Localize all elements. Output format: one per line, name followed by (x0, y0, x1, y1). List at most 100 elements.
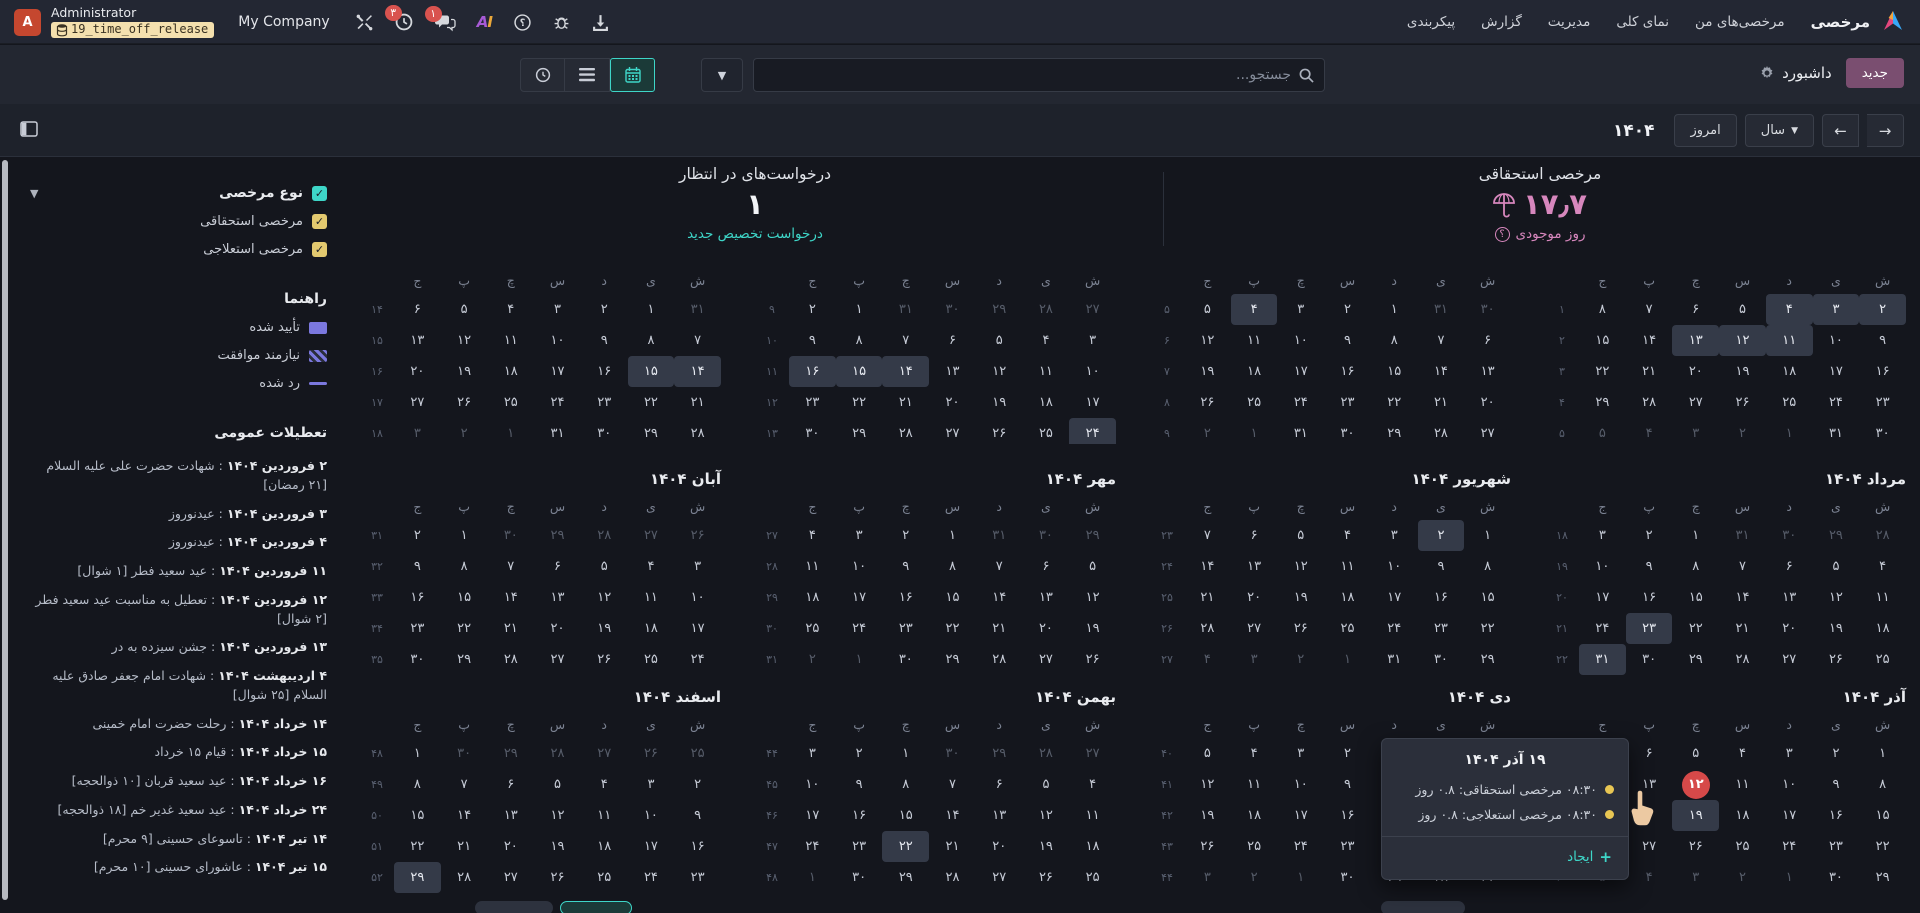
day-cell[interactable]: ۲۴ (1371, 613, 1418, 644)
day-cell-holiday[interactable]: ۲۳ (1626, 613, 1673, 644)
day-cell-other-month[interactable]: ۲۸ (1859, 520, 1906, 551)
day-cell[interactable]: ۲۲ (1464, 613, 1511, 644)
day-cell[interactable]: ۹ (394, 551, 441, 582)
day-cell[interactable]: ۸ (1859, 769, 1906, 800)
day-cell[interactable]: ۲۴ (628, 862, 675, 893)
day-cell[interactable]: ۲۲ (394, 831, 441, 862)
day-cell[interactable]: ۲۹ (882, 862, 929, 893)
day-cell[interactable]: ۱۱ (487, 325, 534, 356)
day-cell[interactable]: ۲۸ (929, 862, 976, 893)
day-cell[interactable]: ۵ (1719, 294, 1766, 325)
day-cell[interactable]: ۲۵ (487, 387, 534, 418)
day-cell[interactable]: ۸ (836, 325, 883, 356)
day-cell[interactable]: ۱۱ (1231, 769, 1278, 800)
day-cell[interactable]: ۶ (394, 294, 441, 325)
day-cell[interactable]: ۱ (1371, 294, 1418, 325)
day-cell[interactable]: ۲۱ (441, 831, 488, 862)
tooltip-create-action[interactable]: + ایجاد (1382, 836, 1628, 879)
day-cell[interactable]: ۱۶ (1418, 582, 1465, 613)
day-cell[interactable]: ۱ (929, 520, 976, 551)
day-cell[interactable]: ۶ (1766, 551, 1813, 582)
day-cell[interactable]: ۱۴ (487, 582, 534, 613)
day-cell-other-month[interactable]: ۳ (1231, 644, 1278, 675)
day-cell[interactable]: ۲۵ (1231, 831, 1278, 862)
day-cell[interactable]: ۲۷ (929, 418, 976, 444)
day-cell-other-month[interactable]: ۲۸ (581, 520, 628, 551)
search-options-caret[interactable]: ▼ (701, 58, 743, 92)
day-cell-holiday[interactable]: ۱۳ (1672, 325, 1719, 356)
day-cell[interactable]: ۲۷ (1626, 831, 1673, 862)
day-cell[interactable]: ۲۴ (534, 387, 581, 418)
day-cell[interactable]: ۱۱ (628, 582, 675, 613)
day-cell[interactable]: ۶ (976, 769, 1023, 800)
day-cell[interactable]: ۲۷ (487, 862, 534, 893)
day-cell-other-month[interactable]: ۲ (789, 644, 836, 675)
clock-view-button[interactable] (520, 58, 565, 92)
day-cell[interactable]: ۲۶ (976, 418, 1023, 444)
messages-icon[interactable]: ۱ (435, 14, 455, 31)
day-cell[interactable]: ۳ (628, 769, 675, 800)
day-cell[interactable]: ۱۰ (1277, 769, 1324, 800)
calendar-view-button[interactable] (610, 58, 655, 92)
today-button[interactable]: امروز (1674, 114, 1736, 147)
day-cell[interactable]: ۳۰ (1418, 644, 1465, 675)
day-cell[interactable]: ۷ (1626, 294, 1673, 325)
day-cell[interactable]: ۵ (976, 325, 1023, 356)
day-cell[interactable]: ۲۳ (1324, 387, 1371, 418)
day-cell-other-month[interactable]: ۲۹ (534, 520, 581, 551)
app-logo-icon[interactable] (1880, 9, 1906, 35)
day-cell[interactable]: ۱ (836, 294, 883, 325)
day-cell-other-month[interactable]: ۱ (789, 862, 836, 893)
day-cell[interactable]: ۲۷ (1231, 613, 1278, 644)
day-cell-other-month[interactable]: ۳۰ (1023, 520, 1070, 551)
company-switcher[interactable]: My Company (238, 14, 329, 30)
day-cell[interactable]: ۲۸ (487, 644, 534, 675)
day-cell[interactable]: ۴ (1859, 551, 1906, 582)
day-cell[interactable]: ۲۰ (929, 387, 976, 418)
day-cell-other-month[interactable]: ۳۰ (1464, 294, 1511, 325)
day-cell-other-month[interactable]: ۳۰ (441, 738, 488, 769)
day-cell[interactable]: ۸ (1579, 294, 1626, 325)
day-cell[interactable]: ۴ (1719, 738, 1766, 769)
day-cell[interactable]: ۳ (674, 551, 721, 582)
day-cell[interactable]: ۵ (1023, 769, 1070, 800)
day-cell[interactable]: ۱۹ (1813, 613, 1860, 644)
day-cell-other-month[interactable]: ۳ (1672, 862, 1719, 893)
day-cell[interactable]: ۱۱ (1069, 800, 1116, 831)
leave-type-checkbox[interactable]: ✓ (312, 242, 327, 257)
day-cell[interactable]: ۱۶ (581, 356, 628, 387)
day-cell-other-month[interactable]: ۲۵ (674, 738, 721, 769)
day-cell[interactable]: ۳۰ (1324, 862, 1371, 893)
day-cell[interactable]: ۴ (581, 769, 628, 800)
day-cell[interactable]: ۸ (394, 769, 441, 800)
clipped-event-pill[interactable] (1381, 901, 1465, 913)
day-cell-other-month[interactable]: ۲۸ (1023, 294, 1070, 325)
day-cell[interactable]: ۱ (628, 294, 675, 325)
day-cell[interactable]: ۶ (487, 769, 534, 800)
day-cell[interactable]: ۵ (1184, 294, 1231, 325)
day-cell[interactable]: ۳ (1069, 325, 1116, 356)
day-cell[interactable]: ۳۰ (836, 862, 883, 893)
day-cell[interactable]: ۲۱ (929, 831, 976, 862)
day-cell[interactable]: ۸ (441, 551, 488, 582)
day-cell[interactable]: ۲۵ (581, 862, 628, 893)
day-cell[interactable]: ۲۹ (1859, 862, 1906, 893)
day-cell[interactable]: ۲۹ (836, 418, 883, 444)
day-cell[interactable]: ۴ (1324, 520, 1371, 551)
day-cell[interactable]: ۱۷ (674, 613, 721, 644)
day-cell[interactable]: ۱۱ (1859, 582, 1906, 613)
day-cell[interactable]: ۱۶ (394, 582, 441, 613)
day-cell[interactable]: ۳۰ (882, 644, 929, 675)
day-cell[interactable]: ۱۵ (1672, 582, 1719, 613)
day-cell[interactable]: ۲۰ (1464, 387, 1511, 418)
app-name[interactable]: مرخصی (1811, 13, 1870, 31)
day-cell[interactable]: ۲ (1626, 520, 1673, 551)
day-cell[interactable]: ۵ (1672, 738, 1719, 769)
day-cell[interactable]: ۱۱ (1324, 551, 1371, 582)
day-cell[interactable]: ۲۵ (1231, 387, 1278, 418)
day-cell[interactable]: ۱۷ (534, 356, 581, 387)
day-cell[interactable]: ۲۴ (674, 644, 721, 675)
day-cell[interactable]: ۲۰ (534, 613, 581, 644)
day-cell[interactable]: ۲۸ (1184, 613, 1231, 644)
day-cell[interactable]: ۷ (929, 769, 976, 800)
